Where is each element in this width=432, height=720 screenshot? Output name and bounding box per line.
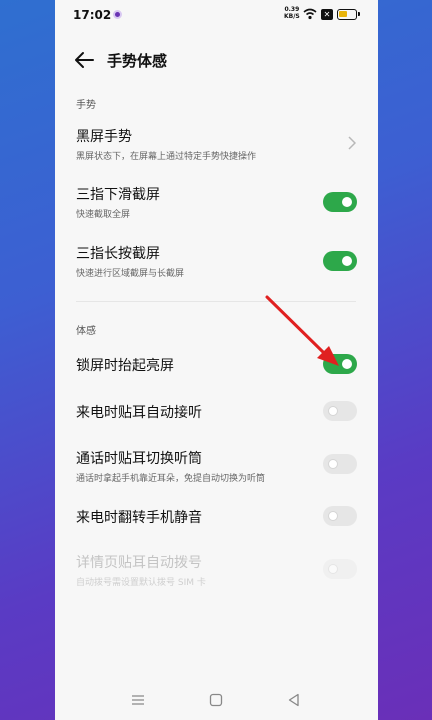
back-triangle-icon[interactable]: [286, 692, 302, 708]
section-header-gesture: 手势: [76, 100, 96, 111]
row-three-finger-hold: 三指长按截屏 快速进行区域截屏与长截屏: [55, 239, 378, 283]
annotation-arrow: [265, 295, 339, 366]
row-subtitle: 通话时拿起手机靠近耳朵，免提自动切换为听筒: [76, 474, 266, 484]
row-subtitle: 自动拨号需设置默认拨号 SIM 卡: [76, 578, 206, 588]
menu-icon[interactable]: [130, 692, 146, 708]
row-label: 三指下滑截屏: [76, 187, 160, 203]
row-label: 来电时翻转手机静音: [76, 510, 202, 526]
toggle-flip-to-mute[interactable]: [323, 506, 357, 526]
row-ear-switch-receiver: 通话时贴耳切换听筒 通话时拿起手机靠近耳朵，免提自动切换为听筒: [55, 446, 378, 490]
page-title: 手势体感: [107, 52, 168, 70]
home-icon[interactable]: [208, 692, 224, 708]
page-header: 手势体感: [55, 42, 378, 80]
status-bar: 17:02 0.39 KB/S ✕: [55, 0, 378, 30]
row-label: 详情页贴耳自动拨号: [76, 555, 202, 571]
row-subtitle: 快速截取全屏: [76, 210, 131, 220]
row-subtitle: 黑屏状态下，在屏幕上通过特定手势快捷操作: [76, 152, 257, 162]
toggle-ear-switch-receiver[interactable]: [323, 454, 357, 474]
row-black-screen-gesture[interactable]: 黑屏手势 黑屏状态下，在屏幕上通过特定手势快捷操作: [55, 122, 378, 166]
toggle-three-finger-swipe[interactable]: [323, 192, 357, 212]
row-label: 来电时贴耳自动接听: [76, 405, 202, 421]
row-label: 通话时贴耳切换听筒: [76, 451, 202, 467]
network-speed: 0.39 KB/S: [284, 6, 300, 20]
row-flip-to-mute: 来电时翻转手机静音: [55, 504, 378, 530]
status-time: 17:02: [73, 8, 112, 22]
section-header-motion: 体感: [76, 326, 96, 337]
row-three-finger-swipe: 三指下滑截屏 快速截取全屏: [55, 180, 378, 224]
row-label: 锁屏时抬起亮屏: [76, 358, 174, 374]
battery-icon: [337, 9, 360, 20]
row-label: 黑屏手势: [76, 129, 132, 145]
phone-screen: 17:02 0.39 KB/S ✕ 手势体感 手势 黑屏手势 黑屏状态下，在屏幕…: [55, 0, 378, 720]
sim-blocked-icon: ✕: [321, 9, 333, 20]
network-speed-value: 0.39: [284, 6, 300, 13]
back-arrow-icon[interactable]: [73, 50, 95, 70]
wifi-icon: [303, 8, 317, 20]
notification-icon: [113, 10, 122, 19]
toggle-ear-auto-answer[interactable]: [323, 401, 357, 421]
row-ear-auto-answer: 来电时贴耳自动接听: [55, 399, 378, 425]
toggle-ear-auto-dial: [323, 559, 357, 579]
row-ear-auto-dial: 详情页贴耳自动拨号 自动拨号需设置默认拨号 SIM 卡: [55, 550, 378, 594]
toggle-three-finger-hold[interactable]: [323, 251, 357, 271]
row-subtitle: 快速进行区域截屏与长截屏: [76, 269, 185, 279]
chevron-right-icon: [348, 136, 356, 150]
row-label: 三指长按截屏: [76, 246, 160, 262]
navigation-bar: [55, 684, 378, 716]
network-speed-unit: KB/S: [284, 13, 300, 20]
